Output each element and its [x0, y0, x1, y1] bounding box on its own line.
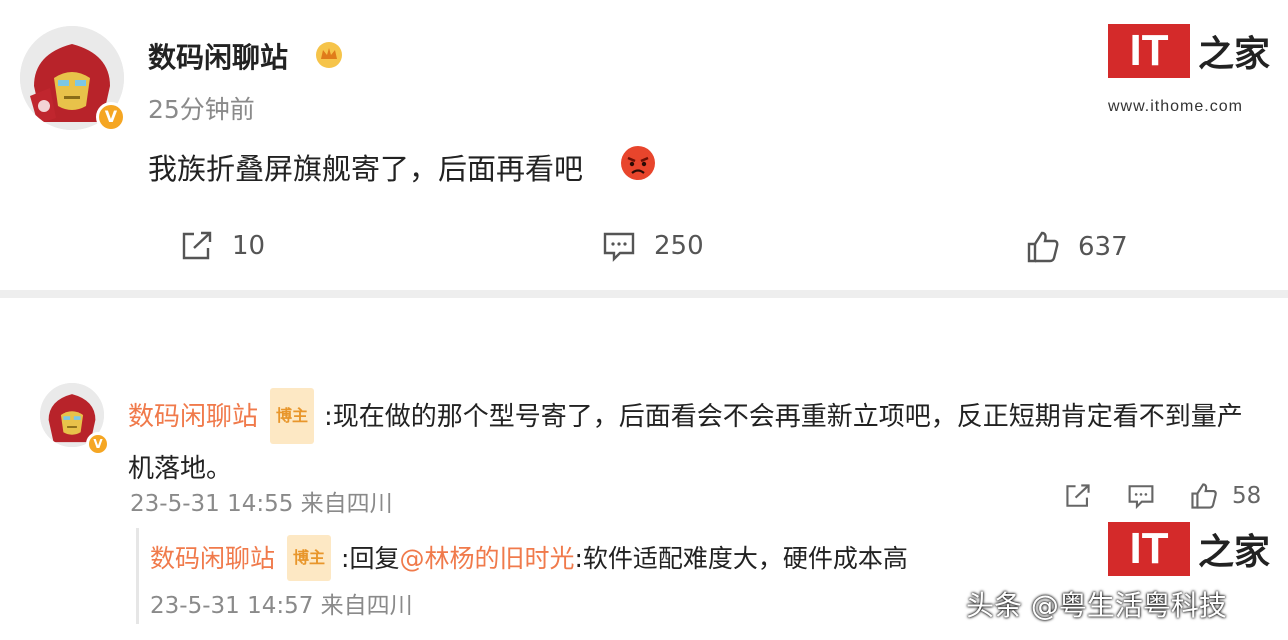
comment-body: 数码闲聊站 博主:现在做的那个型号寄了，后面看会不会再重新立项吧，反正短期肯定看不…: [128, 388, 1248, 494]
ithome-logo-it: IT: [1108, 522, 1190, 576]
reply-author-name[interactable]: 数码闲聊站: [150, 544, 275, 573]
ithome-logo-home: 之家: [1198, 531, 1271, 573]
author-name[interactable]: 数码闲聊站: [148, 36, 288, 76]
reply-prefix: :回复: [341, 544, 400, 573]
reply-meta: 23-5-31 14:57 来自四川: [150, 593, 413, 619]
post-time: 25分钟前: [148, 95, 255, 124]
comment-icon[interactable]: [1126, 483, 1156, 509]
author-tag: 博主: [270, 388, 315, 444]
repost-button[interactable]: 10: [180, 230, 265, 262]
comment-like-button[interactable]: 58: [1190, 482, 1261, 510]
repost-count: 10: [232, 231, 266, 261]
comment-verified-badge: V: [86, 432, 110, 456]
reply-body: 数码闲聊站 博主 :回复@林杨的旧时光:软件适配难度大，硬件成本高: [150, 535, 908, 581]
ithome-logo-it: IT: [1108, 24, 1190, 78]
like-button[interactable]: 637: [1026, 230, 1128, 264]
comment-icon: [603, 232, 635, 262]
comment-like-count: 58: [1232, 483, 1262, 509]
reply-text: :软件适配难度大，硬件成本高: [574, 544, 908, 573]
angry-face-emoji-icon: [620, 145, 656, 181]
comment-actions: 58: [1064, 482, 1261, 510]
source-credit: 头条 @粤生活粤科技: [966, 589, 1227, 622]
ithome-url: www.ithome.com: [1108, 98, 1243, 115]
ithome-watermark-lower: IT 之家: [1108, 522, 1270, 576]
thumbs-up-icon: [1027, 231, 1059, 263]
like-count: 637: [1078, 232, 1128, 262]
reply-indent-bar: [136, 528, 139, 624]
ithome-watermark: IT 之家 www.ithome.com: [1108, 24, 1276, 124]
comment-count: 250: [654, 231, 704, 261]
repost-icon[interactable]: [1064, 483, 1092, 509]
reply-author-tag: 博主: [287, 535, 332, 581]
repost-icon: [182, 231, 212, 260]
comment-meta: 23-5-31 14:55 来自四川: [130, 491, 393, 517]
comment-author-name[interactable]: 数码闲聊站: [128, 402, 258, 432]
crown-badge-icon: [314, 40, 344, 68]
weibo-post-card: V 数码闲聊站 25分钟前 我族折叠屏旗舰寄了，后面再看吧 10 250 637…: [0, 0, 1288, 290]
comment-button[interactable]: 250: [602, 230, 704, 262]
thumbs-up-icon: [1191, 483, 1217, 509]
verified-badge: V: [96, 102, 126, 132]
reply-mention-link[interactable]: @林杨的旧时光: [399, 544, 574, 573]
ithome-logo-home: 之家: [1198, 33, 1271, 75]
post-content: 我族折叠屏旗舰寄了，后面再看吧: [148, 152, 584, 186]
